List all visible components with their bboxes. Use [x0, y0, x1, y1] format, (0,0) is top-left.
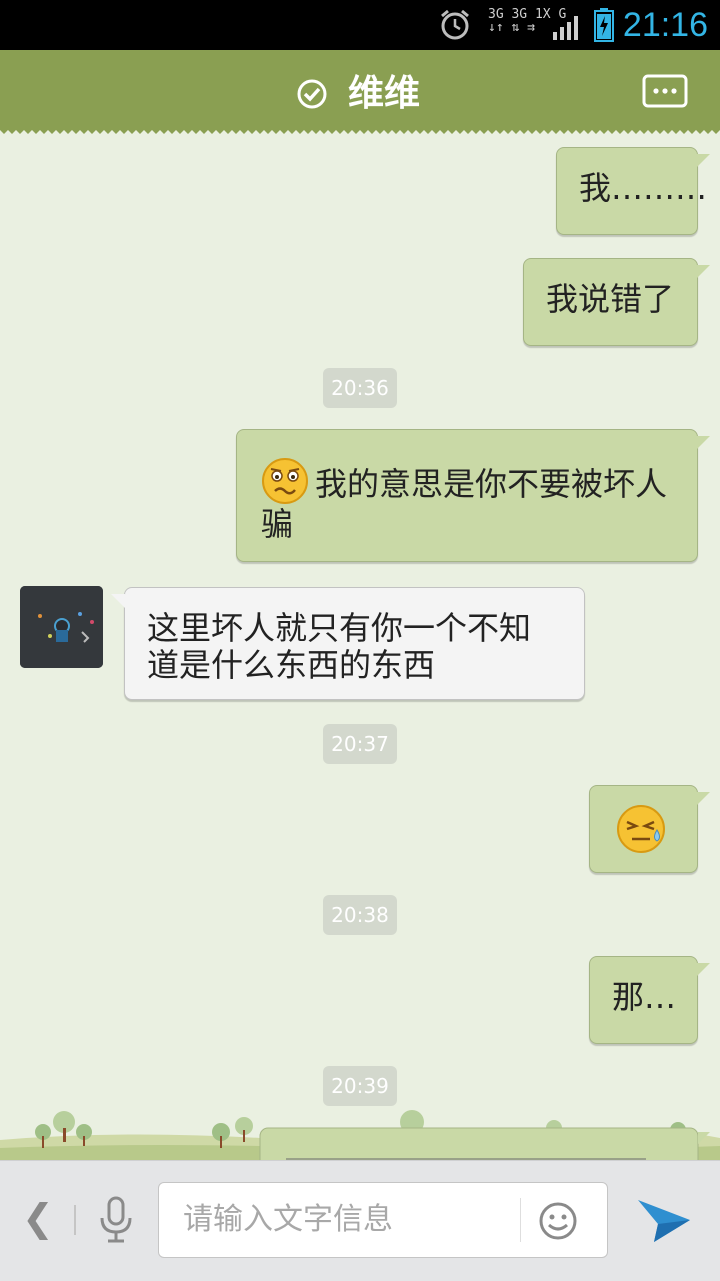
- chat-menu-icon[interactable]: [642, 74, 688, 110]
- bubble-tail: [696, 963, 710, 977]
- bubble-tail: [696, 792, 710, 806]
- worried-face-icon: [262, 458, 308, 504]
- message-timestamp: 20:36: [323, 368, 397, 408]
- send-icon[interactable]: [636, 1194, 692, 1246]
- verified-check-icon: [297, 79, 327, 109]
- emoji-icon[interactable]: [538, 1201, 578, 1241]
- alarm-icon: [441, 9, 469, 40]
- microphone-icon[interactable]: [96, 1196, 136, 1244]
- battery-charging-icon: [594, 8, 614, 42]
- message-timestamp: 20:38: [323, 895, 397, 935]
- message-text: 我说错了: [546, 280, 675, 318]
- bubble-tail: [696, 436, 710, 450]
- back-arrow-icon[interactable]: ❮: [22, 1192, 54, 1244]
- background-scenery: [0, 1110, 720, 1162]
- message-text: 我………: [579, 169, 708, 207]
- avatar[interactable]: [20, 586, 103, 668]
- message-text: 这里坏人就只有你一个不知: [147, 609, 532, 647]
- message-text-line2: 道是什么东西的东西: [147, 646, 436, 684]
- message-text: 我的意思是你不要被坏人: [315, 465, 668, 503]
- bubble-tail: [111, 594, 125, 608]
- message-bubble-outgoing[interactable]: 我的意思是你不要被坏人骗: [236, 429, 698, 562]
- status-time: 21:16: [622, 6, 708, 44]
- toolbar-divider: [74, 1205, 76, 1235]
- message-bubble-outgoing[interactable]: 我………: [556, 147, 707, 235]
- message-bubble-outgoing[interactable]: [589, 785, 698, 873]
- message-text: 那…: [612, 978, 677, 1016]
- message-bubble-incoming[interactable]: 这里坏人就只有你一个不知 道是什么东西的东西: [124, 587, 585, 700]
- message-bubble-outgoing[interactable]: 那…: [589, 956, 698, 1044]
- sweat-face-icon: [617, 805, 665, 853]
- message-bubble-outgoing[interactable]: 我说错了: [523, 258, 698, 346]
- bubble-tail: [696, 154, 710, 168]
- message-text-line2: 骗: [261, 505, 294, 543]
- chat-title: 维维: [348, 73, 421, 114]
- signal-icon: [553, 16, 578, 40]
- input-separator: [520, 1198, 521, 1242]
- message-timestamp: 20:37: [323, 724, 397, 764]
- bubble-tail: [696, 265, 710, 279]
- title-bar-edge: [0, 128, 720, 134]
- avatar-image: [20, 586, 103, 668]
